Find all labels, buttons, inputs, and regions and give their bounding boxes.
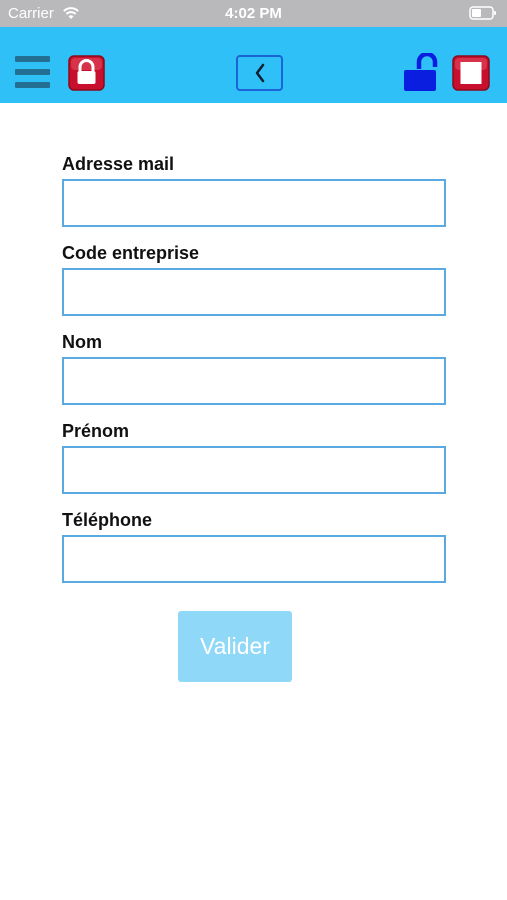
last-name-label: Nom bbox=[62, 332, 102, 352]
back-button[interactable] bbox=[236, 55, 283, 91]
company-code-label: Code entreprise bbox=[62, 243, 200, 263]
clock-label: 4:02 PM bbox=[225, 5, 282, 22]
phone-field[interactable] bbox=[62, 535, 446, 583]
first-name-label: Prénom bbox=[62, 421, 130, 441]
email-label: Adresse mail bbox=[62, 154, 175, 174]
stop-icon[interactable] bbox=[452, 55, 490, 91]
last-name-field[interactable] bbox=[62, 357, 446, 405]
chevron-left-icon bbox=[255, 63, 264, 83]
nav-bar bbox=[0, 27, 507, 103]
battery-icon bbox=[469, 6, 496, 20]
email-field[interactable] bbox=[62, 179, 446, 227]
lock-red-icon[interactable] bbox=[68, 55, 105, 91]
phone-label: Téléphone bbox=[62, 510, 153, 530]
status-bar: Carrier 4:02 PM bbox=[0, 0, 507, 27]
first-name-field[interactable] bbox=[62, 446, 446, 494]
registration-form: Adresse mail Code entreprise Nom Prénom … bbox=[62, 152, 446, 597]
hamburger-menu-icon[interactable] bbox=[15, 56, 51, 90]
company-code-field[interactable] bbox=[62, 268, 446, 316]
unlock-icon[interactable] bbox=[402, 53, 438, 93]
submit-button[interactable]: Valider bbox=[178, 611, 292, 682]
